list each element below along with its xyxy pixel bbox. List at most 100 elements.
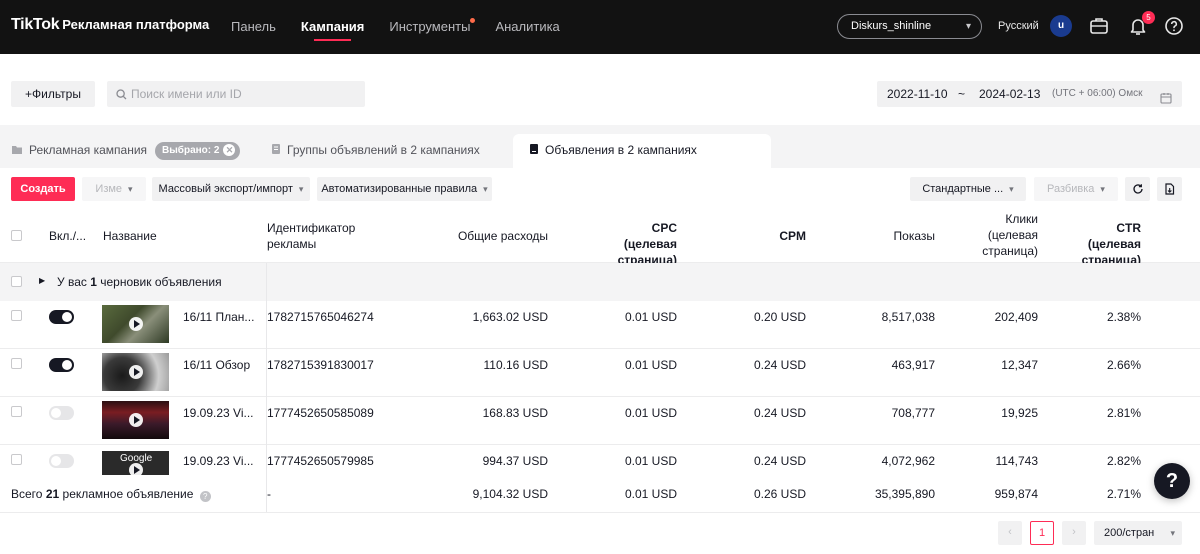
row-checkbox[interactable] <box>11 358 22 369</box>
help-circle-icon[interactable] <box>1163 15 1185 37</box>
status-toggle[interactable] <box>49 406 74 420</box>
cpm-value: 0.24 USD <box>753 406 806 420</box>
play-icon <box>129 413 143 427</box>
ad-thumbnail[interactable] <box>102 305 169 343</box>
tab-ads[interactable]: Объявления в 2 кампаниях <box>513 134 771 168</box>
column-cpm[interactable]: CPM <box>706 228 806 244</box>
cpm-value: 0.20 USD <box>753 310 806 324</box>
search-input[interactable] <box>131 81 356 107</box>
ad-name[interactable]: 19.09.23 Vi... <box>183 454 254 468</box>
export-button[interactable] <box>1157 177 1182 201</box>
status-toggle[interactable] <box>49 310 74 324</box>
total-cpc: 0.01 USD <box>624 487 677 501</box>
clicks-value: 12,347 <box>1001 358 1038 372</box>
select-all-checkbox[interactable] <box>11 230 22 241</box>
next-page-button[interactable]: › <box>1062 521 1086 545</box>
current-page-button[interactable]: 1 <box>1030 521 1054 545</box>
nav-tools[interactable]: Инструменты <box>389 0 476 54</box>
column-name[interactable]: Название <box>103 228 157 244</box>
table-row: 16/11 Обзор 1782715391830017 110.16 USD … <box>0 349 1200 397</box>
total-cpm: 0.26 USD <box>753 487 806 501</box>
chevron-down-icon: ▾ <box>1009 184 1014 194</box>
status-toggle[interactable] <box>49 454 74 468</box>
bulk-export-dropdown[interactable]: Массовый экспорт/импорт ▾ <box>152 177 310 201</box>
date-end: 2024-02-13 <box>979 87 1041 101</box>
calendar-icon <box>1160 87 1172 113</box>
total-spend: 9,104.32 USD <box>472 487 548 501</box>
refresh-icon <box>1132 184 1143 194</box>
tiktok-logo[interactable]: TikTok Рекламная платформа <box>11 16 209 34</box>
tab-ad-groups[interactable]: Группы объявлений в 2 кампаниях <box>271 134 480 168</box>
notification-badge: 5 <box>1142 11 1155 24</box>
ad-thumbnail[interactable]: Google <box>102 451 169 475</box>
briefcase-icon[interactable] <box>1088 15 1110 37</box>
language-switcher[interactable]: Русский <box>998 20 1039 32</box>
column-ad-id[interactable]: Идентификатор рекламы <box>267 220 387 252</box>
spend-value: 994.37 USD <box>482 454 548 468</box>
column-clicks[interactable]: Клики (целевая страница) <box>978 211 1038 259</box>
selected-filter-pill[interactable]: Выбрано: 2 ✕ <box>155 141 241 160</box>
nav-campaign[interactable]: Кампания <box>301 0 364 54</box>
nav-dashboard[interactable]: Панель <box>231 0 276 54</box>
draft-prefix: У вас <box>57 275 87 289</box>
download-file-icon <box>1165 183 1175 195</box>
search-field[interactable] <box>107 81 365 107</box>
nav-analytics[interactable]: Аналитика <box>495 0 559 54</box>
close-icon[interactable]: ✕ <box>223 143 236 156</box>
selected-count-label: Выбрано: 2 <box>162 144 220 156</box>
filters-button[interactable]: +Фильтры <box>11 81 95 107</box>
toggle-knob <box>62 360 72 370</box>
ad-name[interactable]: 19.09.23 Vi... <box>183 406 254 420</box>
expand-triangle-icon[interactable]: ▶ <box>39 276 45 285</box>
date-start: 2022-11-10 <box>887 87 948 101</box>
tab-campaigns-label: Рекламная кампания <box>29 143 148 157</box>
page-size-select[interactable]: 200/стран ▾ <box>1094 521 1182 545</box>
chevron-right-icon: › <box>1072 526 1076 538</box>
date-range-picker[interactable]: 2022-11-10 ~ 2024-02-13 (UTC + 06:00) Ом… <box>877 81 1182 107</box>
page-size-label: 200/стран <box>1104 527 1155 539</box>
ad-id: 1777452650579985 <box>267 454 374 468</box>
draft-checkbox[interactable] <box>11 276 22 287</box>
cpm-value: 0.24 USD <box>753 454 806 468</box>
row-checkbox[interactable] <box>11 454 22 465</box>
ctr-value: 2.81% <box>1106 406 1141 420</box>
account-selector[interactable]: Diskurs_shinline ▾ <box>837 14 982 39</box>
ad-id: 1777452650585089 <box>267 406 374 420</box>
row-checkbox[interactable] <box>11 310 22 321</box>
folder-icon <box>11 135 23 167</box>
create-button[interactable]: Создать <box>11 177 75 201</box>
ad-thumbnail[interactable] <box>102 353 169 391</box>
status-toggle[interactable] <box>49 358 74 372</box>
draft-notice-text[interactable]: У вас 1 черновик объявления <box>57 275 222 289</box>
columns-preset-dropdown[interactable]: Стандартные ... ▾ <box>910 177 1026 201</box>
help-chat-button[interactable]: ? <box>1154 463 1190 499</box>
tab-campaigns[interactable]: Рекламная кампания Выбрано: 2 ✕ <box>11 134 241 168</box>
column-impressions[interactable]: Показы <box>835 228 935 244</box>
table-row: Google 19.09.23 Vi... 1777452650579985 9… <box>0 445 1200 475</box>
tab-ads-label: Объявления в 2 кампаниях <box>545 143 697 157</box>
total-id: - <box>267 487 271 501</box>
automated-rules-dropdown[interactable]: Автоматизированные правила ▾ <box>317 177 492 201</box>
column-on-off[interactable]: Вкл./... <box>49 228 86 244</box>
ad-thumbnail[interactable] <box>102 401 169 439</box>
play-icon <box>129 317 143 331</box>
timezone-label: (UTC + 06:00) Омск <box>1052 88 1143 99</box>
prev-page-button[interactable]: ‹ <box>998 521 1022 545</box>
edit-dropdown[interactable]: Изме ▾ <box>82 177 146 201</box>
ctr-value: 2.82% <box>1106 454 1141 468</box>
breakdown-dropdown[interactable]: Разбивка ▾ <box>1034 177 1118 201</box>
ad-name[interactable]: 16/11 План... <box>183 310 254 324</box>
refresh-button[interactable] <box>1125 177 1150 201</box>
column-ctr[interactable]: CTR (целевая страница) <box>1060 220 1141 268</box>
top-navigation-bar: TikTok Рекламная платформа Панель Кампани… <box>0 0 1200 54</box>
column-cpc[interactable]: CPC (целевая страница) <box>597 220 677 268</box>
info-icon[interactable]: ? <box>199 491 211 502</box>
chevron-down-icon: ▾ <box>1100 184 1105 194</box>
column-spend[interactable]: Общие расходы <box>418 228 548 244</box>
chevron-down-icon: ▾ <box>128 184 133 194</box>
ctr-value: 2.38% <box>1106 310 1141 324</box>
ad-name[interactable]: 16/11 Обзор <box>183 358 250 372</box>
row-checkbox[interactable] <box>11 406 22 417</box>
user-avatar[interactable]: u <box>1050 15 1072 37</box>
total-suffix: рекламное объявление <box>62 487 194 501</box>
